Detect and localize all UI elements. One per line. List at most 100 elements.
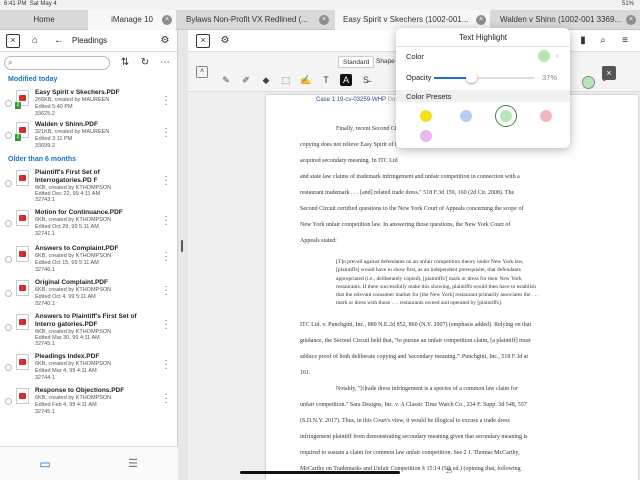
kebab-menu-icon[interactable]: · · · <box>164 92 168 109</box>
back-arrow-icon[interactable]: ← <box>52 34 66 48</box>
menu-icon[interactable]: ≡ <box>618 34 632 48</box>
mode-standard[interactable]: Standard <box>338 56 375 68</box>
close-icon[interactable]: × <box>6 34 20 48</box>
file-edited: Edited Feb 4, 99 4:11 AM <box>35 402 97 408</box>
search-input[interactable]: ⌕ <box>4 56 110 70</box>
refresh-icon[interactable]: ↻ <box>138 56 152 70</box>
kebab-menu-icon[interactable]: · · · <box>164 124 168 141</box>
kebab-menu-icon[interactable]: · · · <box>164 390 168 407</box>
close-tab-icon[interactable]: × <box>319 15 329 25</box>
kebab-menu-icon[interactable]: · · · <box>164 212 168 229</box>
popover-title: Text Highlight <box>458 33 508 42</box>
marker-icon[interactable]: ✍ <box>300 74 312 86</box>
select-radio[interactable] <box>5 290 12 297</box>
slider-knob[interactable] <box>466 72 477 83</box>
pen-icon[interactable]: ✎ <box>220 74 232 86</box>
paragraph-line: ITC Ltd. v. Punchgini, Inc., 880 N.E.2d … <box>300 322 532 328</box>
more-options-icon[interactable]: ⋯ <box>158 56 172 70</box>
bookmark-icon[interactable]: ▮ <box>576 34 590 48</box>
chevron-right-icon[interactable]: › <box>556 51 559 60</box>
file-size-author: 6KB, created by KTHOMPSON <box>35 287 112 293</box>
file-name: Walden v Shinn.PDF <box>35 121 98 128</box>
paragraph-line: required to sustain a claim for common l… <box>300 450 520 456</box>
close-icon[interactable]: × <box>196 34 210 48</box>
file-edited: Edited 3:11 PM <box>35 136 73 142</box>
kebab-menu-icon[interactable]: · · · <box>164 316 168 333</box>
paragraph-line: Notably, "[t]rade dress infringement is … <box>336 386 518 392</box>
pdf-file-icon <box>16 314 29 330</box>
mode-shape[interactable]: Shape <box>372 56 399 68</box>
text-icon[interactable]: T <box>320 74 332 86</box>
color-preset-swatch[interactable] <box>420 130 432 142</box>
list-item[interactable]: Response to Objections.PDF 6KB, created … <box>0 386 178 422</box>
select-radio[interactable] <box>5 100 12 107</box>
home-indicator[interactable] <box>240 471 400 474</box>
opacity-slider[interactable] <box>434 72 534 83</box>
file-number: 32743.1 <box>35 197 55 203</box>
list-item[interactable]: Motion for Continuance.PDF 6KB, created … <box>0 208 178 244</box>
split-view-divider[interactable] <box>178 30 188 480</box>
rectangle-select-icon[interactable]: ⬚ <box>280 74 292 86</box>
kebab-menu-icon[interactable]: · · · <box>164 282 168 299</box>
text-highlight-popover: Text Highlight Color › Opacity 37% Color… <box>396 28 570 148</box>
select-radio[interactable] <box>5 180 12 187</box>
selected-color-swatch[interactable] <box>538 50 550 62</box>
select-radio[interactable] <box>5 398 12 405</box>
eraser-icon[interactable]: ◆ <box>260 74 272 86</box>
search-icon: ⌕ <box>8 58 13 67</box>
database-icon[interactable]: ☰ <box>126 457 140 471</box>
file-edited: Edited Mar 4, 99 4:11 AM <box>35 368 97 374</box>
kebab-menu-icon[interactable]: · · · <box>164 248 168 265</box>
select-radio[interactable] <box>5 324 12 331</box>
paragraph-line: restaurant trademark . . . [and] related… <box>300 190 515 196</box>
file-size-author: 266KB, created by MAUREEN <box>35 97 110 103</box>
document-page[interactable]: Case 1:19-cv-03259-WHP Do Finally, recen… <box>266 95 638 480</box>
color-preset-swatch[interactable] <box>460 110 472 122</box>
color-preset-swatch[interactable] <box>420 110 432 122</box>
select-radio[interactable] <box>5 132 12 139</box>
list-item[interactable]: Plaintiff's First Set of Interrogatories… <box>0 168 178 206</box>
close-tab-icon[interactable]: × <box>162 15 172 25</box>
home-icon[interactable]: ⌂ <box>28 34 42 48</box>
paragraph-line: New York unfair competition law. In answ… <box>300 222 511 228</box>
version-badge: 2 <box>15 134 21 141</box>
gear-icon[interactable]: ⚙ <box>158 34 172 48</box>
color-preset-swatch[interactable] <box>500 110 512 122</box>
tab-easy-spirit[interactable]: Easy Spirit v Skechers (1002-001... × <box>335 10 490 30</box>
list-item[interactable]: Pleadings Index.PDF 6KB, created by KTHO… <box>0 352 178 388</box>
strikethrough-icon[interactable]: S̶ <box>360 74 372 86</box>
list-item[interactable]: Original Complaint.PDF 6KB, created by K… <box>0 278 178 314</box>
paragraph-line: (S.D.N.Y. 2017). Thus, in this Court's v… <box>300 418 510 424</box>
tab-walden[interactable]: Walden v Shinn (1002-001 3369... × <box>492 10 640 30</box>
kebab-menu-icon[interactable]: · · · <box>164 356 168 373</box>
tab-home[interactable]: Home <box>0 10 88 30</box>
current-highlight-color-icon[interactable] <box>582 76 595 89</box>
close-tab-icon[interactable]: × <box>476 15 486 25</box>
select-radio[interactable] <box>5 220 12 227</box>
search-icon[interactable]: ⌕ <box>596 34 610 48</box>
file-name: Response to Objections.PDF <box>35 387 125 394</box>
list-item[interactable]: 2 Walden v Shinn.PDF 321KB, created by M… <box>0 120 178 156</box>
close-toolbar-icon[interactable]: × <box>602 66 616 80</box>
select-radio[interactable] <box>5 256 12 263</box>
kebab-menu-icon[interactable]: · · · <box>164 172 168 189</box>
sort-icon[interactable]: ⇅ <box>118 56 132 70</box>
list-header: × ⌂ ← Pleadings ⚙ <box>0 30 177 52</box>
divider-handle[interactable] <box>181 240 183 252</box>
close-tab-icon[interactable]: × <box>626 15 636 25</box>
collapse-toolbar-icon[interactable]: ˄ <box>196 66 208 78</box>
folder-title: Pleadings <box>72 36 108 45</box>
list-item[interactable]: Answers to Complaint.PDF 6KB, created by… <box>0 244 178 280</box>
color-preset-swatch[interactable] <box>540 110 552 122</box>
file-name: Motion for Continuance.PDF <box>35 209 123 216</box>
folder-icon[interactable]: ▭ <box>38 457 52 471</box>
list-item[interactable]: 2 Easy Spirit v Skechers.PDF 266KB, crea… <box>0 88 178 124</box>
select-radio[interactable] <box>5 364 12 371</box>
highlighter-icon[interactable]: ✐ <box>240 74 252 86</box>
list-item[interactable]: Answers to Plaintiff's First Set of Inte… <box>0 312 178 350</box>
tab-imanage[interactable]: iManage 10 × <box>88 10 176 30</box>
paragraph-line: and state law claims of trademark infrin… <box>300 174 520 180</box>
tab-bylaws[interactable]: Bylaws Non-Profit VX Redlined (... × <box>178 10 333 30</box>
text-highlight-icon[interactable]: A <box>340 74 352 86</box>
gear-icon[interactable]: ⚙ <box>218 34 232 48</box>
